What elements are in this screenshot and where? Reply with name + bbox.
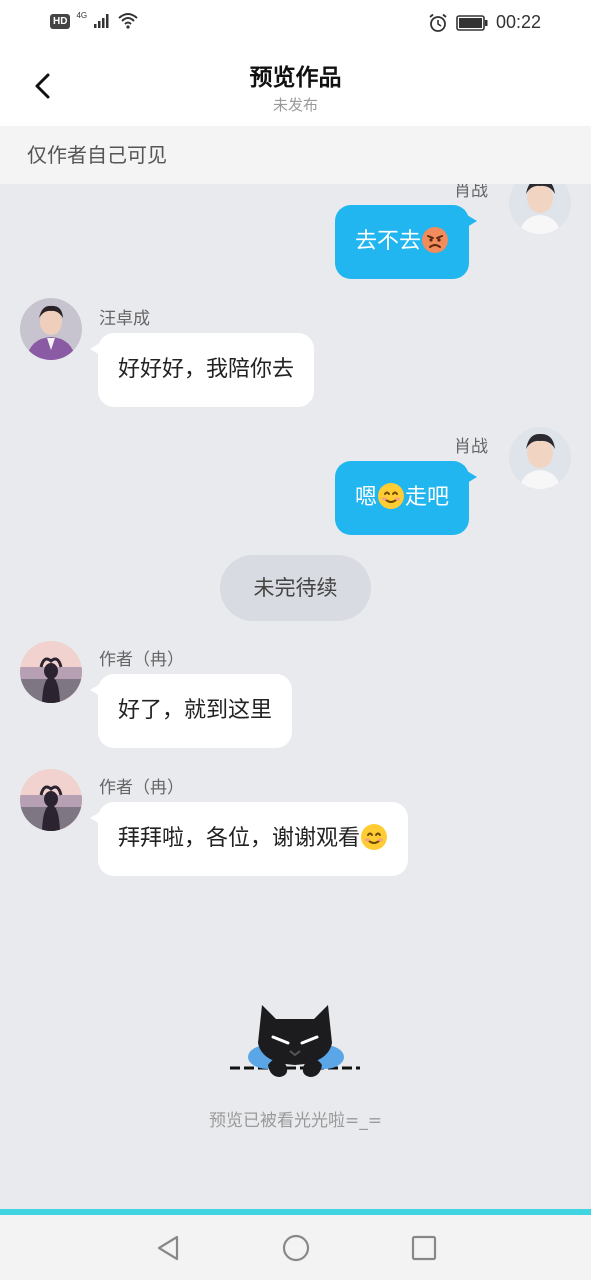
message-bubble[interactable]: 好了，就到这里: [89, 674, 293, 748]
avatar[interactable]: [509, 427, 571, 489]
visibility-banner: 仅作者自己可见: [0, 126, 591, 184]
signal-icon: [94, 14, 109, 28]
smiling-face-icon: [361, 824, 388, 850]
hd-badge: HD: [50, 13, 71, 29]
sender-name: 肖战: [454, 437, 488, 457]
message-text: 拜拜啦，各位，谢谢观看: [118, 826, 361, 851]
network-type: 4G: [76, 10, 88, 20]
message-text-before: 嗯: [355, 485, 378, 510]
status-time: 00:22: [495, 12, 541, 32]
message-bubble[interactable]: 去不去: [335, 205, 478, 279]
message-text: 好了，就到这里: [118, 698, 273, 723]
sender-name: 汪卓成: [99, 309, 150, 329]
nav-back-key[interactable]: [148, 1228, 188, 1268]
message-text: 去不去: [355, 229, 422, 254]
alarm-icon: [429, 13, 447, 32]
avatar[interactable]: [20, 769, 82, 831]
status-bar: HD 4G 00:22: [0, 0, 591, 46]
avatar[interactable]: [20, 298, 82, 360]
to-be-continued-divider: 未完待续: [220, 555, 371, 621]
status-left: HD 4G: [50, 10, 139, 30]
smiling-face-icon: [378, 483, 405, 509]
message-bubble[interactable]: 好好好，我陪你去: [89, 333, 315, 407]
sender-name: 肖战: [454, 184, 488, 201]
page-title: 预览作品: [249, 65, 342, 91]
system-navigation-bar: [0, 1215, 591, 1280]
nav-home-key[interactable]: [276, 1228, 316, 1268]
nav-bar: 预览作品 未发布: [0, 46, 591, 126]
square-recents-icon: [411, 1235, 436, 1260]
chat-area[interactable]: 肖战 去不去 汪卓成 好好好，我陪你去 肖战 嗯 走吧 未完待续 作者（冉） 好…: [0, 184, 591, 1210]
sender-name: 作者（冉）: [99, 650, 184, 670]
message-bubble[interactable]: 拜拜啦，各位，谢谢观看: [89, 802, 409, 876]
message-text-after: 走吧: [405, 485, 450, 510]
battery-icon: [456, 14, 488, 31]
status-right: 00:22: [428, 12, 541, 33]
wifi-icon: [118, 13, 138, 29]
sender-name: 作者（冉）: [99, 778, 184, 798]
message-text: 好好好，我陪你去: [118, 357, 295, 382]
nav-recents-key[interactable]: [404, 1228, 444, 1268]
triangle-back-icon: [157, 1235, 178, 1260]
message-bubble[interactable]: 嗯 走吧: [335, 461, 478, 535]
avatar[interactable]: [20, 641, 82, 703]
angry-face-icon: [422, 227, 449, 253]
peeking-cat-mascot-icon: [230, 1005, 360, 1077]
page-subtitle: 未发布: [272, 96, 318, 114]
avatar[interactable]: [509, 184, 571, 234]
end-caption: 预览已被看光光啦=_=: [209, 1111, 382, 1131]
circle-home-icon: [282, 1234, 309, 1261]
